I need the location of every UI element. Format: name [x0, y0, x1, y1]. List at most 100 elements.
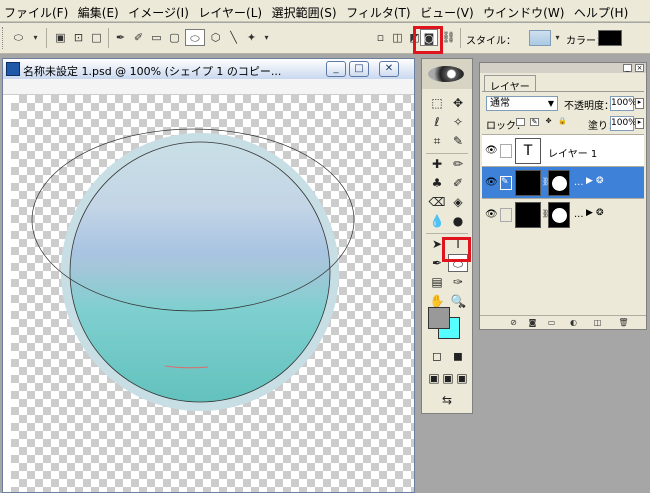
add-to-shape-icon[interactable]: ▫: [372, 29, 389, 46]
adjustment-layer-icon[interactable]: ◐: [568, 318, 579, 328]
line-icon[interactable]: ╲: [225, 29, 242, 46]
panel-close-icon[interactable]: ×: [635, 64, 644, 72]
history-brush-icon[interactable]: ✐: [448, 174, 468, 192]
menu-bar: ファイル(F) 編集(E) イメージ(I) レイヤー(L) 選択範囲(S) フィ…: [0, 0, 650, 22]
notes-tool-icon[interactable]: ▤: [427, 273, 447, 291]
toolbox-header[interactable]: [422, 59, 472, 89]
layer-row-shape[interactable]: 👁 ⛓ ... ▶ ❂: [482, 198, 644, 230]
expand-triangle-icon[interactable]: ▶: [586, 208, 593, 218]
ellipse-icon[interactable]: ⬭: [185, 29, 205, 46]
menu-layer[interactable]: レイヤー(L): [194, 0, 264, 22]
subtract-shape-icon[interactable]: ◫: [389, 29, 406, 46]
layer-row-text[interactable]: 👁 T レイヤー 1: [482, 134, 644, 166]
style-picker[interactable]: [529, 30, 551, 46]
eye-icon[interactable]: 👁: [485, 145, 498, 156]
healing-brush-icon[interactable]: ✚: [427, 155, 447, 173]
menu-view[interactable]: ビュー(V): [416, 0, 476, 22]
fill-field[interactable]: 100%: [610, 116, 637, 131]
preset-dropdown-icon[interactable]: ▾: [27, 29, 44, 46]
swap-colors-icon[interactable]: ↔: [456, 302, 468, 312]
trash-icon[interactable]: 🗑: [618, 318, 629, 328]
move-tool-icon[interactable]: ✥: [448, 94, 468, 112]
paint-bucket-icon[interactable]: ◈: [448, 193, 468, 211]
marquee-tool-icon[interactable]: ⬚: [427, 94, 447, 112]
screen-mode-full-icon[interactable]: ▣: [455, 369, 469, 387]
add-style-icon[interactable]: ⊘: [508, 318, 519, 328]
freeform-pen-icon[interactable]: ✐: [130, 29, 147, 46]
brush-edit-icon[interactable]: ✎: [500, 176, 512, 190]
menu-image[interactable]: イメージ(I): [124, 0, 191, 22]
magic-wand-icon[interactable]: ✧: [448, 113, 468, 131]
layer-style-icon[interactable]: ❂: [596, 176, 604, 186]
layer-style-icon[interactable]: ❂: [596, 208, 604, 218]
document-title: 名称未設定 1.psd @ 100% (シェイプ 1 のコピー...: [23, 65, 282, 78]
layer-row-shape-copy[interactable]: 👁 ✎ ⛓ ... ▶ ❂: [482, 166, 644, 198]
maximize-button[interactable]: □: [349, 61, 369, 77]
add-mask-icon[interactable]: ◙: [527, 318, 538, 328]
text-layer-thumbnail: T: [515, 138, 541, 164]
screen-mode-standard-icon[interactable]: ▣: [427, 369, 441, 387]
clone-stamp-icon[interactable]: ♣: [427, 174, 447, 192]
lock-transparency-icon[interactable]: [516, 118, 525, 126]
close-button[interactable]: ✕: [379, 61, 399, 77]
menu-help[interactable]: ヘルプ(H): [570, 0, 630, 22]
standard-mode-icon[interactable]: ◻: [427, 347, 447, 365]
options-bar: ⬭ ▾ ▣ ⊡ □ ✒ ✐ ▭ ▢ ⬭ ⬡ ╲ ✦ ▾ ▫ ◫ ◩ ◙ ⛓ スタ…: [0, 23, 650, 54]
vector-mask-thumbnail: [548, 202, 570, 228]
paths-icon[interactable]: ⊡: [70, 29, 87, 46]
eye-icon[interactable]: 👁: [485, 209, 498, 220]
highlight-box-options: [413, 26, 443, 54]
layers-panel-titlebar[interactable]: _ ×: [480, 63, 646, 73]
crop-tool-icon[interactable]: ⌗: [427, 132, 447, 150]
options-grip[interactable]: [2, 27, 5, 49]
new-layer-icon[interactable]: ◫: [592, 318, 603, 328]
menu-filter[interactable]: フィルタ(T): [342, 0, 412, 22]
rectangle-icon[interactable]: ▭: [148, 29, 165, 46]
layer-link-toggle[interactable]: [500, 144, 512, 158]
lasso-tool-icon[interactable]: ℓ: [427, 113, 447, 131]
lock-position-icon[interactable]: ✥: [544, 118, 553, 126]
menu-window[interactable]: ウインドウ(W): [479, 0, 566, 22]
style-dropdown-icon[interactable]: ▾: [549, 29, 566, 46]
blur-tool-icon[interactable]: 💧: [427, 212, 447, 230]
lock-all-icon[interactable]: 🔒: [558, 118, 567, 126]
geometry-options-icon[interactable]: ▾: [258, 29, 275, 46]
layer-name: レイヤー 1: [548, 149, 598, 160]
color-swatch[interactable]: [598, 30, 622, 46]
screen-mode-full-menu-icon[interactable]: ▣: [441, 369, 455, 387]
quick-mask-icon[interactable]: ◼: [448, 347, 468, 365]
canvas[interactable]: [11, 95, 414, 492]
blend-mode-select[interactable]: 通常 ▼: [486, 96, 558, 111]
fill-pixels-icon[interactable]: □: [88, 29, 105, 46]
fill-slider-icon[interactable]: ▸: [635, 118, 644, 129]
shape-layers-icon[interactable]: ▣: [52, 29, 69, 46]
menu-edit[interactable]: 編集(E): [74, 0, 121, 22]
lock-pixels-icon[interactable]: ✎: [530, 118, 539, 126]
eraser-tool-icon[interactable]: ⌫: [427, 193, 447, 211]
polygon-icon[interactable]: ⬡: [207, 29, 224, 46]
layer-link-toggle[interactable]: [500, 208, 512, 222]
jump-to-imageready-icon[interactable]: ⇆: [432, 391, 462, 409]
slice-tool-icon[interactable]: ✎: [448, 132, 468, 150]
foreground-color-swatch-front[interactable]: [428, 307, 450, 329]
menu-file[interactable]: ファイル(F): [0, 0, 70, 22]
tool-preset-icon[interactable]: ⬭: [10, 29, 27, 46]
opacity-slider-icon[interactable]: ▸: [635, 98, 644, 109]
layers-panel-body: 通常 ▼ 不透明度： 100% ▸ ロック： ✎ ✥ 🔒 塗り： 100% ▸ 👁…: [482, 91, 644, 327]
menu-select[interactable]: 選択範囲(S): [268, 0, 339, 22]
eye-icon[interactable]: 👁: [485, 177, 498, 188]
document-titlebar[interactable]: 名称未設定 1.psd @ 100% (シェイプ 1 のコピー... _ □ ✕: [3, 59, 414, 79]
pen-tool-icon[interactable]: ✒: [112, 29, 129, 46]
panel-minimize-icon[interactable]: _: [623, 64, 632, 72]
rounded-rectangle-icon[interactable]: ▢: [166, 29, 183, 46]
opacity-field[interactable]: 100%: [610, 96, 637, 111]
expand-triangle-icon[interactable]: ▶: [586, 176, 593, 186]
tab-layers[interactable]: レイヤー: [484, 75, 536, 93]
new-set-icon[interactable]: ▭: [546, 318, 557, 328]
minimize-button[interactable]: _: [326, 61, 346, 77]
brush-tool-icon[interactable]: ✏: [448, 155, 468, 173]
layer-name: ...: [574, 209, 584, 220]
highlight-box-toolbox: [442, 237, 471, 262]
eyedropper-icon[interactable]: ✑: [448, 273, 468, 291]
dodge-tool-icon[interactable]: ●: [448, 212, 468, 230]
